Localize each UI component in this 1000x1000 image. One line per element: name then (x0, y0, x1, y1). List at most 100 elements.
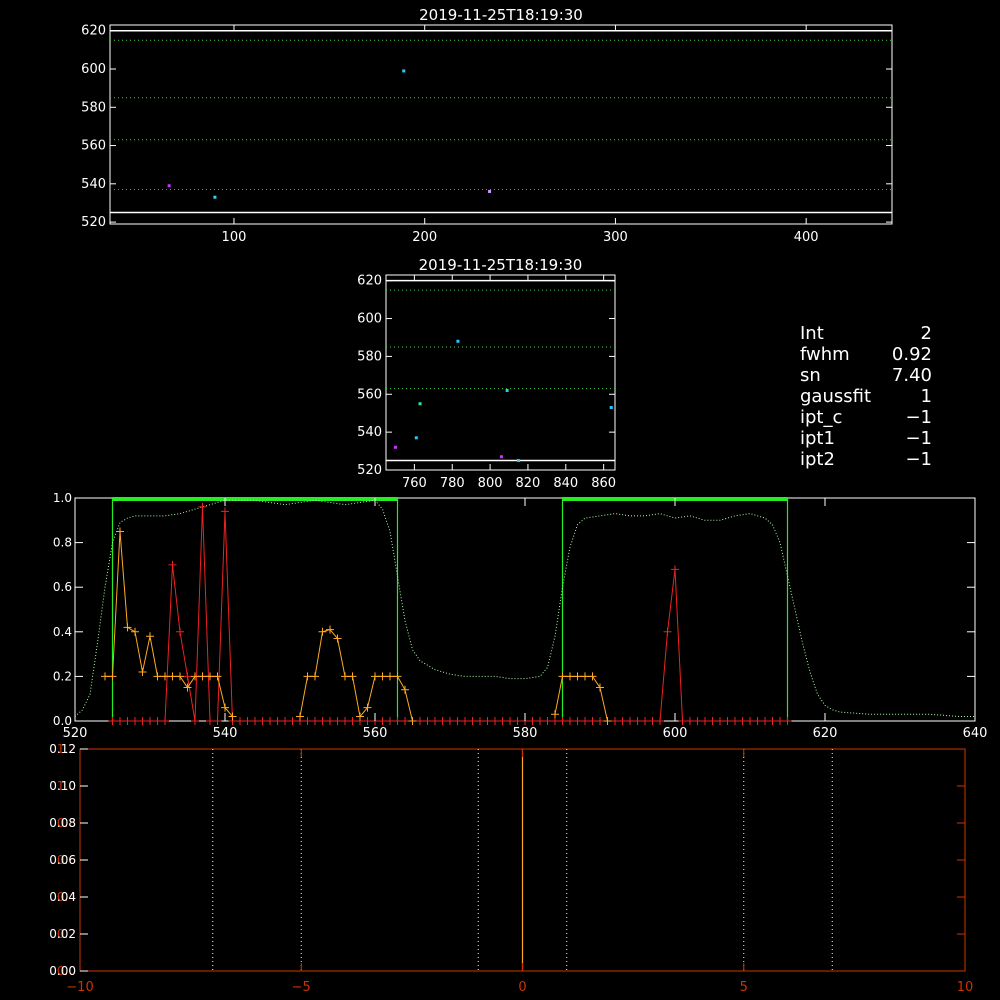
red-series-marker (581, 717, 589, 725)
top-panel-point (167, 184, 171, 188)
mid-panel-xtick-label: 860 (591, 476, 616, 491)
red-series-marker (423, 717, 432, 725)
bottom-xtick-label: 10 (957, 980, 974, 995)
mid-panel-frame (385, 274, 616, 471)
red-series-marker (558, 717, 567, 725)
bottom-ytick-left-label: 0.00 (49, 964, 76, 978)
red-series-marker (123, 717, 132, 725)
spectrum-xtick-label: 600 (663, 726, 688, 741)
red-series-marker (693, 717, 702, 725)
red-series-marker (641, 717, 649, 725)
spectrum-ytick-label: 0.4 (53, 625, 72, 639)
top-panel-ytick-label: 520 (81, 215, 106, 230)
top-panel-xtick-label: 300 (603, 230, 628, 245)
red-series-marker (776, 717, 784, 725)
top-panel-xtick-label: 200 (412, 230, 437, 245)
red-series-marker (266, 717, 274, 725)
orange-series-line (299, 628, 413, 722)
top-panel-ytick-label: 560 (81, 139, 106, 154)
info-label: fwhm (800, 344, 850, 365)
red-series-marker (348, 717, 357, 725)
orange-series-marker (296, 712, 304, 721)
red-series-marker (708, 717, 717, 725)
orange-series-marker (303, 672, 312, 681)
red-series-marker (386, 717, 394, 725)
red-series-marker (783, 717, 792, 725)
red-series-marker (753, 717, 762, 725)
orange-series-marker (558, 672, 567, 681)
orange-series-marker (153, 672, 162, 681)
figure-canvas: 2019-11-25T18:19:30100 200 300 400520540560… (49, 6, 987, 995)
mid-panel-xtick-label: 780 (440, 476, 465, 491)
red-series-marker (198, 502, 207, 511)
red-series-marker (281, 717, 289, 725)
info-row-ipt1: ipt1 −1 (800, 428, 932, 449)
spectrum-frame (74, 497, 976, 722)
red-series-marker (401, 717, 409, 725)
info-value: 0.92 (891, 344, 932, 365)
red-series-marker (258, 717, 267, 725)
red-series-marker (656, 717, 664, 725)
orange-series-marker (123, 623, 132, 632)
mid-panel-point (414, 436, 418, 440)
fit-info-panel: Int 2 fwhm 0.92 sn 7.40 gaussfit 1 ipt_c −1 i… (800, 323, 932, 470)
info-row-sn: sn 7.40 (800, 365, 932, 386)
red-series-marker (498, 717, 507, 725)
red-series-marker (731, 717, 739, 725)
red-series-marker (213, 717, 222, 725)
orange-series-marker (198, 672, 207, 681)
red-series-marker (273, 717, 282, 725)
orange-series-marker (191, 672, 199, 681)
spectrum-ytick-label: 0.6 (53, 580, 72, 594)
info-row-fwhm: fwhm 0.92 (800, 344, 932, 365)
red-series-marker (716, 717, 724, 725)
bottom-ytick-left-label: 0.08 (49, 816, 76, 830)
orange-series-marker (213, 672, 222, 681)
red-series-marker (746, 717, 754, 725)
orange-series-marker (566, 672, 574, 681)
red-series-marker (438, 717, 447, 725)
red-series-marker (723, 717, 732, 725)
red-series-marker (161, 717, 169, 725)
mid-panel-xtick-label: 840 (553, 476, 578, 491)
orange-series-marker (146, 632, 154, 641)
red-series-marker (176, 627, 184, 636)
red-series-marker (416, 717, 424, 725)
spectrum-xtick-label: 540 (213, 726, 238, 741)
spectrum-ytick-label: 1.0 (53, 491, 72, 505)
orange-series-marker (341, 672, 349, 681)
red-series-marker (311, 717, 319, 725)
bottom-ytick-left-label: 0.12 (49, 742, 76, 756)
top-panel-ytick-label: 540 (81, 177, 106, 192)
top-panel-xtick-label: 100 (222, 230, 247, 245)
red-series-marker (303, 717, 312, 725)
mid-panel-point (516, 459, 520, 463)
red-series-marker (461, 717, 469, 725)
orange-series-marker (108, 672, 117, 681)
top-panel-frame (109, 24, 893, 225)
red-series-marker (611, 717, 619, 725)
red-series-marker (288, 717, 297, 725)
orange-series-marker (408, 717, 417, 725)
orange-series-marker (168, 672, 177, 681)
red-series-marker (633, 717, 642, 725)
mid-panel-ytick-label: 620 (357, 274, 382, 289)
red-series-marker (326, 717, 334, 725)
bottom-xtick-label: 0 (518, 980, 526, 995)
info-value: −1 (905, 449, 932, 470)
info-label: gaussfit (800, 386, 872, 407)
red-series-marker (318, 717, 327, 725)
red-series-marker (566, 717, 574, 725)
top-panel-point (488, 189, 492, 193)
orange-series-marker (138, 667, 147, 676)
info-row-gaussfit: gaussfit 1 (800, 386, 932, 407)
info-value: 2 (920, 323, 932, 344)
red-series-marker (446, 717, 454, 725)
red-series-marker (536, 717, 544, 725)
mid-panel-ytick-label: 600 (357, 312, 382, 327)
spectrum-ytick-label: 0.0 (53, 714, 72, 728)
info-row-ipt2: ipt2 −1 (800, 449, 932, 470)
mid-panel-point (393, 445, 397, 449)
info-label: ipt1 (800, 428, 835, 449)
spectrum-xtick-label: 620 (813, 726, 838, 741)
